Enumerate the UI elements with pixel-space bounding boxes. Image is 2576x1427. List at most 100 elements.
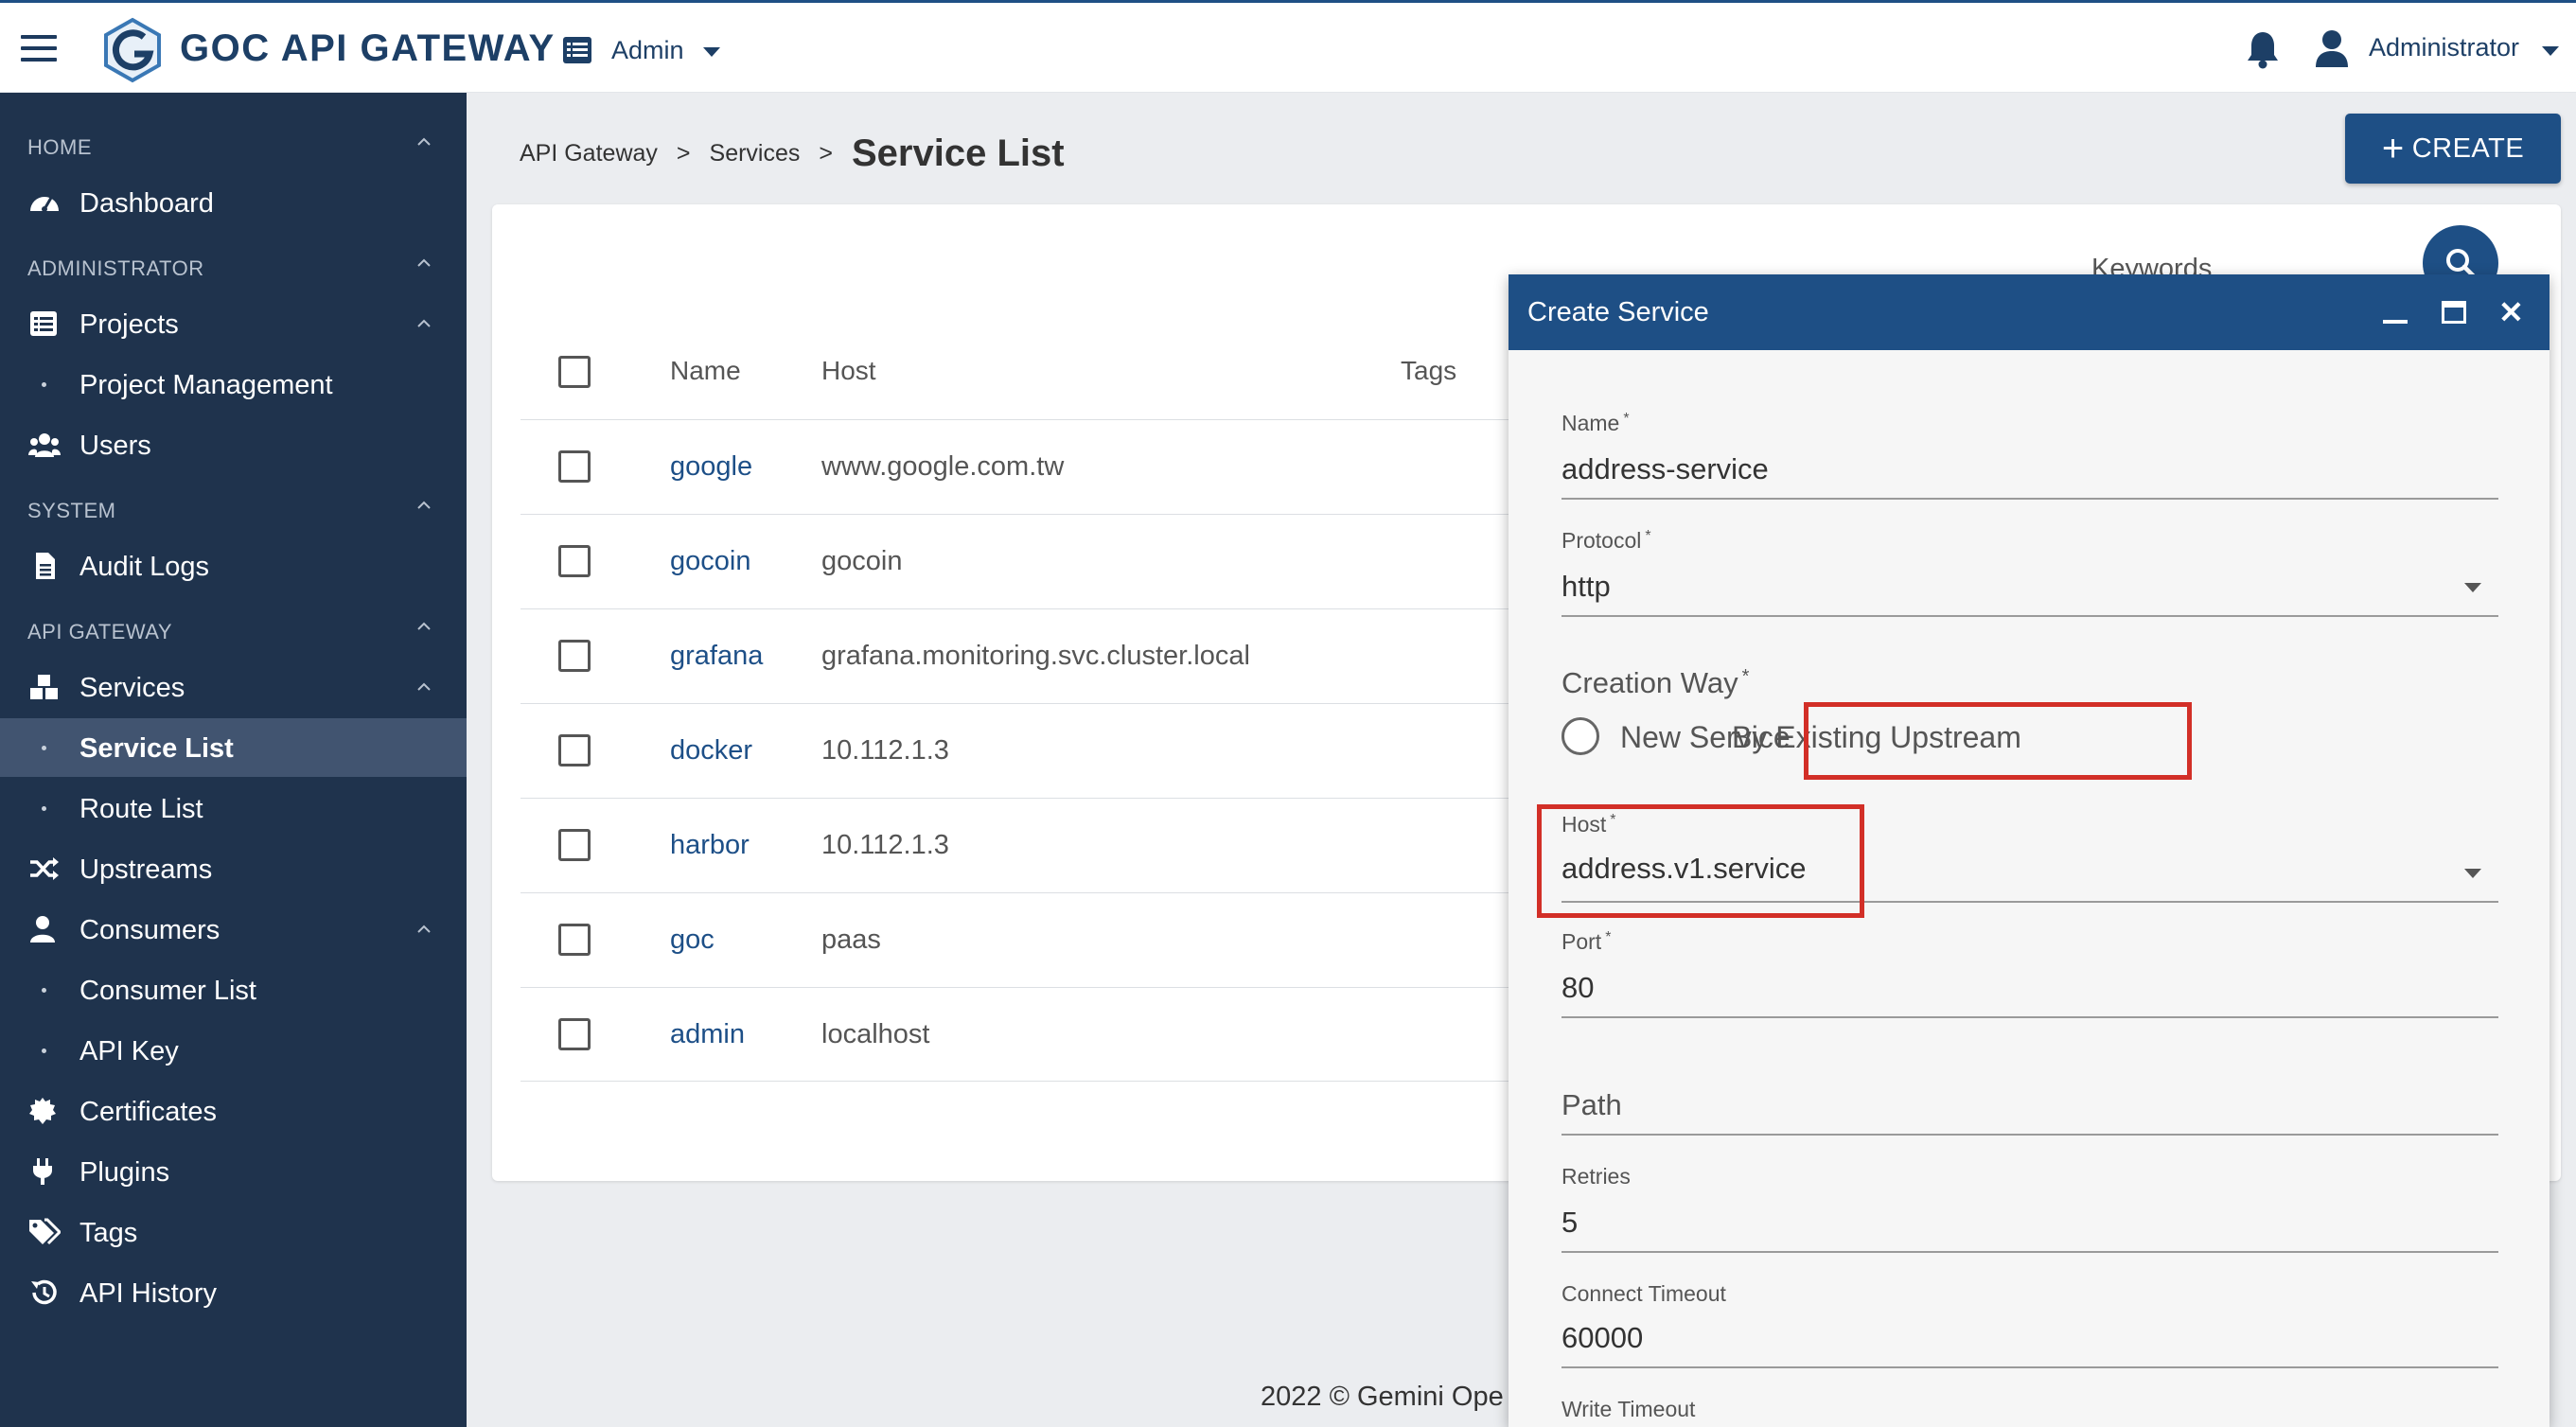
sidebar-item-route-list[interactable]: Route List: [0, 779, 467, 837]
chevron-up-icon[interactable]: [416, 679, 432, 695]
chevron-up-icon[interactable]: [416, 498, 432, 513]
page-title: Service List: [852, 132, 1065, 174]
footer-copyright: 2022 © Gemini Ope: [1261, 1382, 1504, 1412]
sidebar-item-tags[interactable]: Tags: [0, 1203, 467, 1261]
sidebar-item-label: Project Management: [79, 370, 333, 400]
sidebar-item-upstreams[interactable]: Upstreams: [0, 839, 467, 898]
bullet-icon: [42, 382, 46, 387]
chevron-up-icon[interactable]: [416, 134, 432, 150]
chevron-down-icon[interactable]: [2464, 583, 2481, 592]
protocol-select[interactable]: http: [1561, 570, 1611, 604]
logo-icon: [104, 17, 161, 83]
dialog-header[interactable]: Create Service ✕: [1509, 274, 2550, 350]
column-header-host[interactable]: Host: [821, 356, 876, 386]
create-button-label: CREATE: [2411, 132, 2525, 164]
shuffle-icon: [30, 857, 59, 880]
list-icon: [563, 37, 591, 63]
sidebar-item-services[interactable]: Services: [0, 658, 467, 716]
connect-timeout-field-underline: [1561, 1366, 2498, 1368]
chevron-up-icon[interactable]: [416, 922, 432, 937]
sidebar-section-api-gateway: API GATEWAY: [27, 620, 173, 643]
new-service-radio[interactable]: [1561, 717, 1599, 755]
service-name-link[interactable]: harbor: [670, 830, 750, 861]
breadcrumb-api-gateway[interactable]: API Gateway: [520, 140, 658, 167]
chevron-up-icon[interactable]: [416, 619, 432, 634]
breadcrumb-separator: >: [676, 140, 691, 167]
sidebar-item-audit-logs[interactable]: Audit Logs: [0, 537, 467, 595]
service-name-link[interactable]: goc: [670, 925, 715, 956]
breadcrumb-services[interactable]: Services: [710, 140, 801, 167]
service-name-link[interactable]: docker: [670, 735, 752, 766]
create-service-dialog: Create Service ✕ Name * address-service P…: [1509, 274, 2550, 1427]
highlight-box: [1804, 702, 2192, 780]
sidebar-item-users[interactable]: Users: [0, 415, 467, 474]
bell-icon[interactable]: [2245, 29, 2281, 69]
name-field[interactable]: address-service: [1561, 452, 1769, 486]
sidebar: HOME Dashboard ADMINISTRATOR Projects Pr…: [0, 93, 467, 1427]
row-checkbox[interactable]: [558, 924, 591, 956]
row-checkbox[interactable]: [558, 545, 591, 577]
retries-field-label: Retries: [1561, 1164, 1631, 1189]
sidebar-item-service-list[interactable]: Service List: [0, 718, 467, 777]
service-name-link[interactable]: gocoin: [670, 546, 750, 577]
sidebar-item-projects[interactable]: Projects: [0, 294, 467, 353]
workspace-switcher[interactable]: Admin: [562, 31, 720, 69]
chevron-down-icon[interactable]: [2464, 869, 2481, 878]
row-checkbox[interactable]: [558, 1018, 591, 1050]
row-checkbox[interactable]: [558, 450, 591, 483]
retries-field[interactable]: 5: [1561, 1206, 1578, 1240]
service-host: localhost: [821, 1019, 930, 1049]
minimize-icon[interactable]: [2383, 320, 2408, 324]
menu-icon[interactable]: [21, 35, 57, 62]
row-checkbox[interactable]: [558, 734, 591, 766]
sidebar-item-consumer-list[interactable]: Consumer List: [0, 960, 467, 1019]
bullet-icon: [42, 1048, 46, 1053]
users-icon: [28, 433, 61, 457]
breadcrumb: API Gateway > Services > Service List: [520, 132, 1065, 175]
row-checkbox[interactable]: [558, 829, 591, 861]
column-header-tags[interactable]: Tags: [1401, 356, 1456, 386]
sidebar-item-api-history[interactable]: API History: [0, 1263, 467, 1322]
service-host: 10.112.1.3: [821, 830, 949, 860]
create-button[interactable]: + CREATE: [2345, 114, 2561, 184]
sidebar-item-plugins[interactable]: Plugins: [0, 1142, 467, 1201]
app-title: GOC API GATEWAY: [180, 27, 556, 69]
sidebar-item-dashboard[interactable]: Dashboard: [0, 173, 467, 232]
maximize-icon[interactable]: [2442, 301, 2466, 324]
select-all-checkbox[interactable]: [558, 356, 591, 388]
sidebar-item-label: Certificates: [79, 1097, 218, 1127]
sidebar-item-label: Route List: [79, 794, 203, 824]
service-host: grafana.monitoring.svc.cluster.local: [821, 641, 1250, 671]
sidebar-item-label: Service List: [79, 733, 234, 764]
user-name[interactable]: Administrator: [2369, 33, 2519, 62]
port-field-label: Port *: [1561, 929, 1612, 954]
bullet-icon: [42, 806, 46, 811]
service-name-link[interactable]: google: [670, 451, 752, 483]
creation-way-label: Creation Way *: [1561, 666, 1750, 699]
plug-icon: [33, 1158, 52, 1185]
sidebar-item-project-management[interactable]: Project Management: [0, 355, 467, 414]
sidebar-item-label: Plugins: [79, 1157, 170, 1188]
path-field[interactable]: Path: [1561, 1088, 1622, 1122]
connect-timeout-field[interactable]: 60000: [1561, 1321, 1643, 1355]
sidebar-item-consumers[interactable]: Consumers: [0, 900, 467, 959]
service-host: www.google.com.tw: [821, 451, 1065, 482]
chevron-up-icon[interactable]: [416, 255, 432, 271]
sidebar-item-label: Dashboard: [79, 188, 214, 219]
user-icon: [30, 916, 55, 943]
service-name-link[interactable]: grafana: [670, 641, 763, 672]
chevron-up-icon[interactable]: [416, 316, 432, 331]
sidebar-item-certificates[interactable]: Certificates: [0, 1082, 467, 1140]
sidebar-item-label: API Key: [79, 1036, 179, 1066]
port-field[interactable]: 80: [1561, 971, 1594, 1005]
highlight-box: [1537, 804, 1864, 918]
service-host: 10.112.1.3: [821, 735, 949, 766]
sidebar-item-api-key[interactable]: API Key: [0, 1021, 467, 1080]
user-icon[interactable]: [2315, 29, 2349, 67]
bullet-icon: [42, 746, 46, 750]
close-icon[interactable]: ✕: [2498, 297, 2524, 327]
column-header-name[interactable]: Name: [670, 356, 741, 386]
chevron-down-icon[interactable]: [2542, 46, 2559, 56]
service-name-link[interactable]: admin: [670, 1019, 745, 1050]
row-checkbox[interactable]: [558, 640, 591, 672]
